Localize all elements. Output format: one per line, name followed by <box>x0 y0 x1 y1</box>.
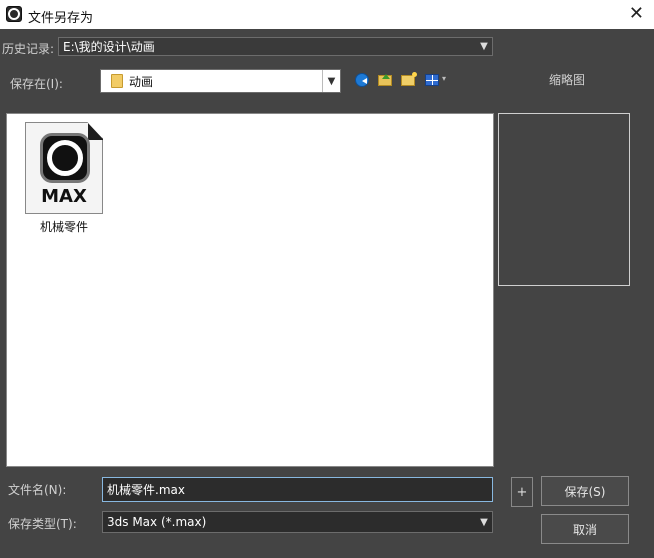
chevron-down-icon[interactable]: ▼ <box>322 70 340 92</box>
file-name-label: 机械零件 <box>39 220 88 234</box>
chevron-down-icon[interactable]: ▼ <box>476 512 492 532</box>
view-menu-button[interactable] <box>423 71 441 89</box>
file-item[interactable]: MAX 机械零件 <box>19 122 109 235</box>
save-in-dropdown[interactable]: 动画 ▼ <box>100 69 341 93</box>
save-button[interactable]: 保存(S) <box>541 476 629 506</box>
thumbnail-label: 缩略图 <box>549 73 586 87</box>
close-icon[interactable]: ✕ <box>629 3 644 24</box>
up-folder-button[interactable] <box>376 71 394 89</box>
folder-icon <box>111 74 123 88</box>
filetype-label: 保存类型(T): <box>8 517 77 531</box>
filetype-dropdown[interactable]: 3ds Max (*.max) ▼ <box>102 511 493 533</box>
back-button[interactable] <box>353 71 371 89</box>
save-in-label: 保存在(I): <box>10 77 63 91</box>
chevron-down-icon[interactable]: ▼ <box>476 38 492 55</box>
up-folder-icon <box>378 73 392 86</box>
history-dropdown[interactable]: E:\我的设计\动画 ▼ <box>58 37 493 56</box>
3dsmax-app-icon <box>6 6 22 22</box>
thumbnail-preview <box>498 113 630 286</box>
title-bar: 文件另存为 ✕ <box>0 0 654 29</box>
back-icon <box>355 73 369 87</box>
filename-label: 文件名(N): <box>8 483 67 497</box>
filetype-value: 3ds Max (*.max) <box>107 515 207 529</box>
save-in-value: 动画 <box>129 74 154 89</box>
view-menu-arrow-icon[interactable]: ▾ <box>442 74 446 83</box>
max-file-icon: MAX <box>25 122 103 214</box>
3dsmax-logo-icon <box>40 133 90 183</box>
new-folder-button[interactable] <box>399 71 417 89</box>
window-title: 文件另存为 <box>28 11 94 26</box>
cancel-button[interactable]: 取消 <box>541 514 629 544</box>
filename-input[interactable] <box>102 477 493 502</box>
file-list[interactable]: MAX 机械零件 <box>6 113 494 467</box>
new-folder-icon <box>401 71 417 86</box>
history-label: 历史记录: <box>2 42 55 56</box>
file-type-text: MAX <box>41 186 87 207</box>
increment-filename-button[interactable]: + <box>511 477 533 507</box>
page-fold <box>88 123 103 140</box>
view-menu-icon <box>425 74 439 86</box>
history-value: E:\我的设计\动画 <box>63 40 155 54</box>
